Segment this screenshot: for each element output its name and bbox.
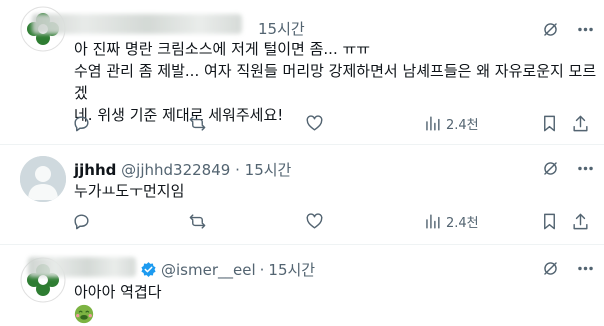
more-icon [578, 266, 593, 271]
reply-button[interactable] [72, 212, 91, 231]
tweet-1[interactable]: 15시간 아 진짜 명란 크림소스에 저게 털이면 좀... ㅠㅠ 수염 관리 … [0, 0, 604, 150]
views-count: 2.4천 [446, 216, 479, 231]
heart-icon [306, 115, 323, 131]
reply-icon [74, 116, 89, 132]
tweet-line: 네. 위생 기준 제대로 세워주세요! [74, 106, 284, 124]
author-handle[interactable]: @jjhhd322849 [121, 161, 230, 179]
retweet-icon [189, 116, 206, 131]
views-button[interactable]: 2.4천 [423, 114, 479, 133]
reply-button[interactable] [72, 114, 91, 133]
bookmark-icon [544, 115, 555, 132]
tweet-time[interactable]: 15시간 [268, 259, 315, 280]
like-button[interactable] [305, 212, 324, 231]
more-button[interactable] [576, 259, 595, 278]
tweet-line: 수염 관리 좀 제발... 여자 직원들 머리망 강제하면서 남셰프들은 왜 자… [74, 62, 597, 102]
bookmark-button[interactable] [540, 114, 559, 133]
bookmark-icon [544, 213, 555, 230]
views-icon [426, 116, 440, 131]
share-button[interactable] [571, 212, 590, 231]
like-button[interactable] [305, 114, 324, 133]
share-icon [573, 213, 588, 230]
default-avatar-icon [20, 156, 66, 202]
more-button[interactable] [576, 159, 595, 178]
tweet-line: 아아아 역겹다 [74, 283, 162, 301]
tweet-time[interactable]: 15시간 [245, 161, 292, 179]
tweet-text: 아아아 역겹다 [74, 281, 162, 303]
grok-button[interactable] [541, 259, 560, 278]
retweet-icon [189, 214, 206, 229]
retweet-button[interactable] [188, 114, 207, 133]
tweet-3[interactable]: @ismer__eel · 15시간 아아아 역겹다 [0, 245, 604, 326]
grok-icon [544, 162, 557, 175]
avatar[interactable] [20, 156, 66, 202]
tweet-line: 누가ㅛ도ㅜ먼지임 [74, 182, 185, 200]
tweet-line: 아 진짜 명란 크림소스에 저게 털이면 좀... ㅠㅠ [74, 40, 371, 58]
separator-dot: · [259, 260, 265, 279]
grok-button[interactable] [541, 159, 560, 178]
share-button[interactable] [571, 114, 590, 133]
tweet-text: 누가ㅛ도ㅜ먼지임 [74, 180, 184, 202]
views-count: 2.4천 [446, 118, 479, 133]
more-icon [578, 27, 593, 32]
grok-icon [544, 262, 557, 275]
blurred-author-name [32, 14, 242, 34]
tweet-time[interactable]: 15시간 [258, 18, 305, 39]
views-button[interactable]: 2.4천 [423, 212, 479, 231]
tweet-2[interactable]: jjhhd @jjhhd322849 · 15시간 누가ㅛ도ㅜ먼지임 2.4천 [0, 145, 604, 245]
author-name[interactable]: jjhhd [74, 161, 116, 179]
verified-badge-icon [141, 262, 156, 277]
blurred-author-name [28, 257, 136, 277]
reply-icon [74, 214, 89, 230]
tweet-author-line: @ismer__eel · 15시간 [140, 259, 315, 280]
grok-button[interactable] [541, 20, 560, 39]
more-icon [578, 166, 593, 171]
nauseated-face-emoji [74, 304, 94, 324]
bookmark-button[interactable] [540, 212, 559, 231]
retweet-button[interactable] [188, 212, 207, 231]
heart-icon [306, 213, 323, 229]
share-icon [573, 115, 588, 132]
separator-dot: · [235, 161, 240, 179]
tweet-text: 아 진짜 명란 크림소스에 저게 털이면 좀... ㅠㅠ 수염 관리 좀 제발.… [74, 38, 604, 126]
author-handle[interactable]: @ismer__eel [161, 261, 256, 279]
views-icon [426, 214, 440, 229]
grok-icon [544, 23, 557, 36]
more-button[interactable] [576, 20, 595, 39]
tweet-author-line: jjhhd @jjhhd322849 · 15시간 [74, 159, 291, 180]
